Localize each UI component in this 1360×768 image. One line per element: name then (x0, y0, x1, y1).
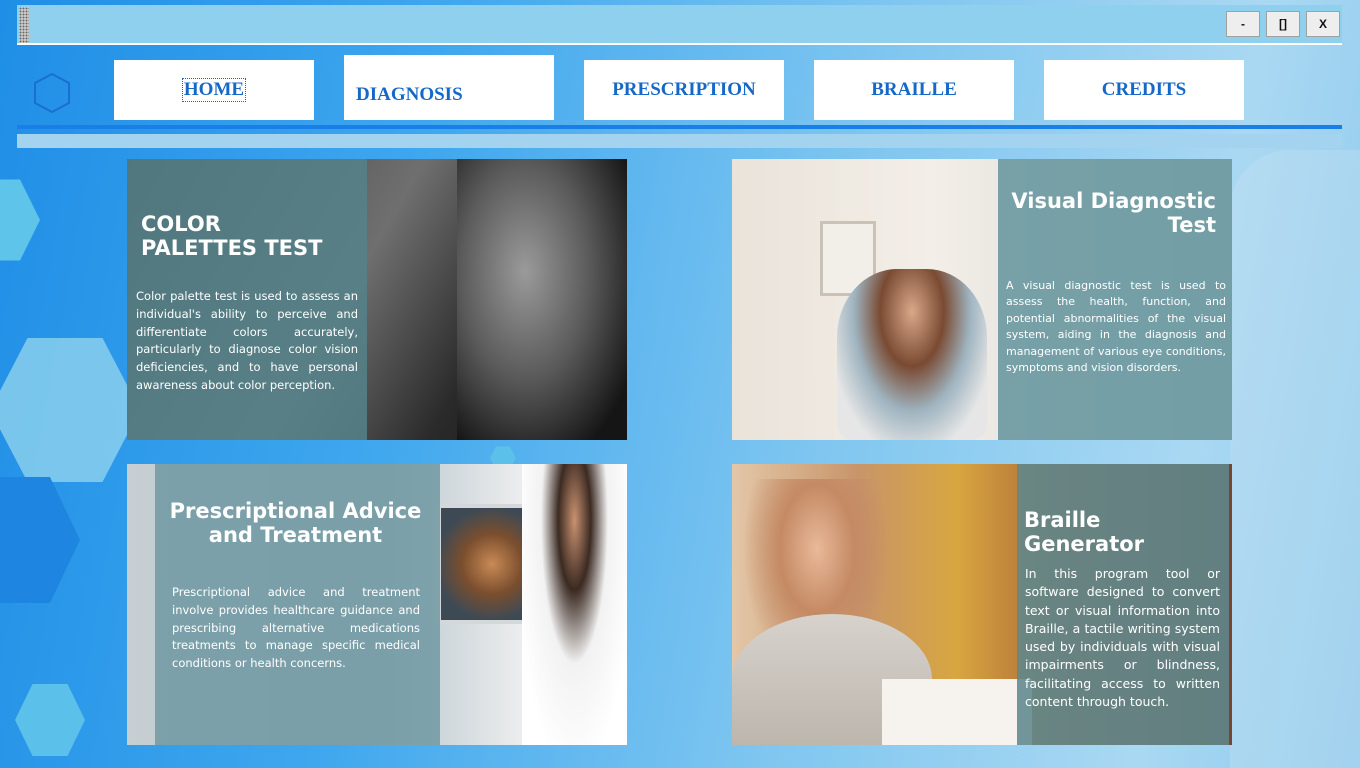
nav-diagnosis-button[interactable]: DIAGNOSIS (344, 55, 554, 120)
card-description: A visual diagnostic test is used to asse… (1006, 279, 1226, 375)
nav-prescription-button[interactable]: PRESCRIPTION (584, 60, 784, 120)
card-title: Prescriptional Advice and Treatment (163, 499, 428, 547)
close-button[interactable]: X (1306, 11, 1340, 37)
doctor-figure (522, 464, 627, 745)
minimize-button[interactable]: - (1226, 11, 1260, 37)
card-title-line1: Braille Generator (1024, 508, 1145, 556)
card-title: Visual Diagnostic Test (1002, 189, 1216, 237)
nav-diagnosis-label: DIAGNOSIS (356, 83, 463, 105)
hexagon-logo-icon (34, 72, 70, 114)
book-shape (882, 679, 1032, 745)
maximize-button[interactable]: [] (1266, 11, 1300, 37)
drag-grip-icon[interactable] (19, 7, 29, 43)
nav-credits-button[interactable]: CREDITS (1044, 60, 1244, 120)
nav-home-label: HOME (181, 78, 247, 102)
card-title-line1: COLOR (141, 212, 221, 236)
card-description: In this program tool or software designe… (1025, 566, 1220, 710)
nav-divider (17, 125, 1342, 129)
card-description: Prescriptional advice and treatment invo… (172, 585, 420, 671)
card-title-line2: and Treatment (208, 523, 383, 547)
nav-divider-light (17, 134, 1342, 148)
card-visual-diagnostic-test[interactable]: Visual Diagnostic Test A visual diagnost… (732, 159, 1232, 440)
child-face-shape (457, 159, 627, 440)
card-title: Braille Generator (1024, 508, 1224, 556)
bg-hexagon (15, 684, 85, 756)
card-description: Color palette test is used to assess an … (136, 289, 358, 392)
card-color-palettes-test[interactable]: COLOR PALETTES TEST Color palette test i… (127, 159, 627, 440)
card-title-line2: PALETTES TEST (141, 236, 323, 260)
card-title-line1: Prescriptional Advice (169, 499, 422, 523)
card-prescriptional-advice[interactable]: Prescriptional Advice and Treatment Pres… (127, 464, 627, 745)
patient-figure (837, 269, 987, 440)
bg-hexagon (0, 179, 40, 261)
card-title-line1: Visual Diagnostic (1011, 189, 1216, 213)
nav-braille-label: BRAILLE (871, 79, 957, 100)
nav-prescription-label: PRESCRIPTION (612, 79, 756, 100)
window-title-bar[interactable]: - [] X (17, 5, 1342, 45)
card-title-line2: Test (1167, 213, 1216, 237)
card-title: COLOR PALETTES TEST (141, 212, 322, 260)
bg-hexagon (0, 477, 80, 603)
bg-doctor-shape (1230, 150, 1360, 768)
nav-credits-label: CREDITS (1101, 79, 1187, 100)
nav-braille-button[interactable]: BRAILLE (814, 60, 1014, 120)
bg-hexagon (0, 338, 140, 482)
nav-home-button[interactable]: HOME (114, 60, 314, 120)
card-braille-generator[interactable]: Braille Generator In this program tool o… (732, 464, 1232, 745)
